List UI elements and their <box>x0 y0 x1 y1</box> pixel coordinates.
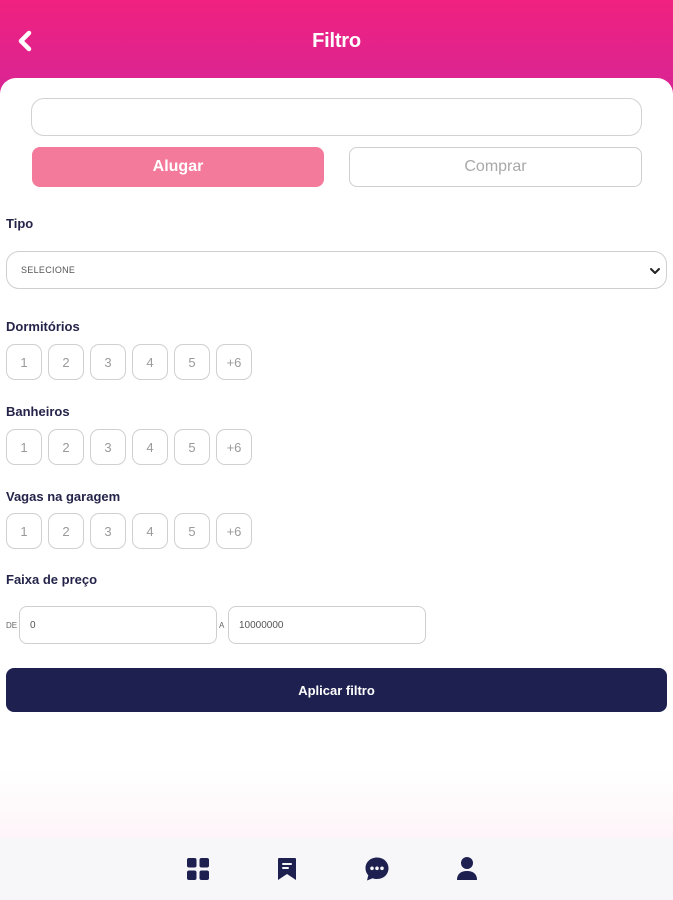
rent-button[interactable]: Alugar <box>32 147 324 187</box>
tipo-label: Tipo <box>6 216 34 231</box>
tipo-select[interactable]: SELECIONE <box>6 251 667 289</box>
dormitorios-option[interactable]: 5 <box>174 344 210 380</box>
vagas-option[interactable]: 4 <box>132 513 168 549</box>
banheiros-option[interactable]: 5 <box>174 429 210 465</box>
apply-filter-button[interactable]: Aplicar filtro <box>6 668 667 712</box>
nav-chat[interactable] <box>363 855 391 883</box>
price-min-input[interactable] <box>19 606 217 644</box>
grid-icon <box>187 858 209 880</box>
price-to-prefix: A <box>219 621 225 630</box>
vagas-option[interactable]: 5 <box>174 513 210 549</box>
bottom-fade <box>0 770 673 840</box>
vagas-options: 1 2 3 4 5 +6 <box>6 513 252 549</box>
tipo-select-value: SELECIONE <box>21 265 76 275</box>
banheiros-option[interactable]: 4 <box>132 429 168 465</box>
nav-home[interactable] <box>184 855 212 883</box>
banheiros-option[interactable]: 1 <box>6 429 42 465</box>
dormitorios-options: 1 2 3 4 5 +6 <box>6 344 252 380</box>
chevron-down-icon <box>650 268 660 274</box>
page-title: Filtro <box>312 30 361 52</box>
user-icon <box>457 857 477 880</box>
nav-profile[interactable] <box>453 855 481 883</box>
vagas-option[interactable]: +6 <box>216 513 252 549</box>
dormitorios-label: Dormitórios <box>6 319 80 334</box>
buy-button[interactable]: Comprar <box>349 147 642 187</box>
preco-label: Faixa de preço <box>6 572 98 587</box>
search-input[interactable] <box>31 98 642 136</box>
chat-icon <box>365 857 389 881</box>
banheiros-option[interactable]: +6 <box>216 429 252 465</box>
dormitorios-option[interactable]: 2 <box>48 344 84 380</box>
dormitorios-option[interactable]: +6 <box>216 344 252 380</box>
nav-saved[interactable] <box>273 855 301 883</box>
banheiros-option[interactable]: 3 <box>90 429 126 465</box>
dormitorios-option[interactable]: 4 <box>132 344 168 380</box>
dormitorios-option[interactable]: 1 <box>6 344 42 380</box>
bookmark-icon <box>278 858 296 880</box>
banheiros-label: Banheiros <box>6 404 70 419</box>
banheiros-options: 1 2 3 4 5 +6 <box>6 429 252 465</box>
dormitorios-option[interactable]: 3 <box>90 344 126 380</box>
vagas-option[interactable]: 1 <box>6 513 42 549</box>
price-from-prefix: DE <box>6 621 18 630</box>
banheiros-option[interactable]: 2 <box>48 429 84 465</box>
price-max-input[interactable] <box>228 606 426 644</box>
bottom-nav <box>0 838 673 900</box>
vagas-label: Vagas na garagem <box>6 489 121 504</box>
vagas-option[interactable]: 3 <box>90 513 126 549</box>
vagas-option[interactable]: 2 <box>48 513 84 549</box>
